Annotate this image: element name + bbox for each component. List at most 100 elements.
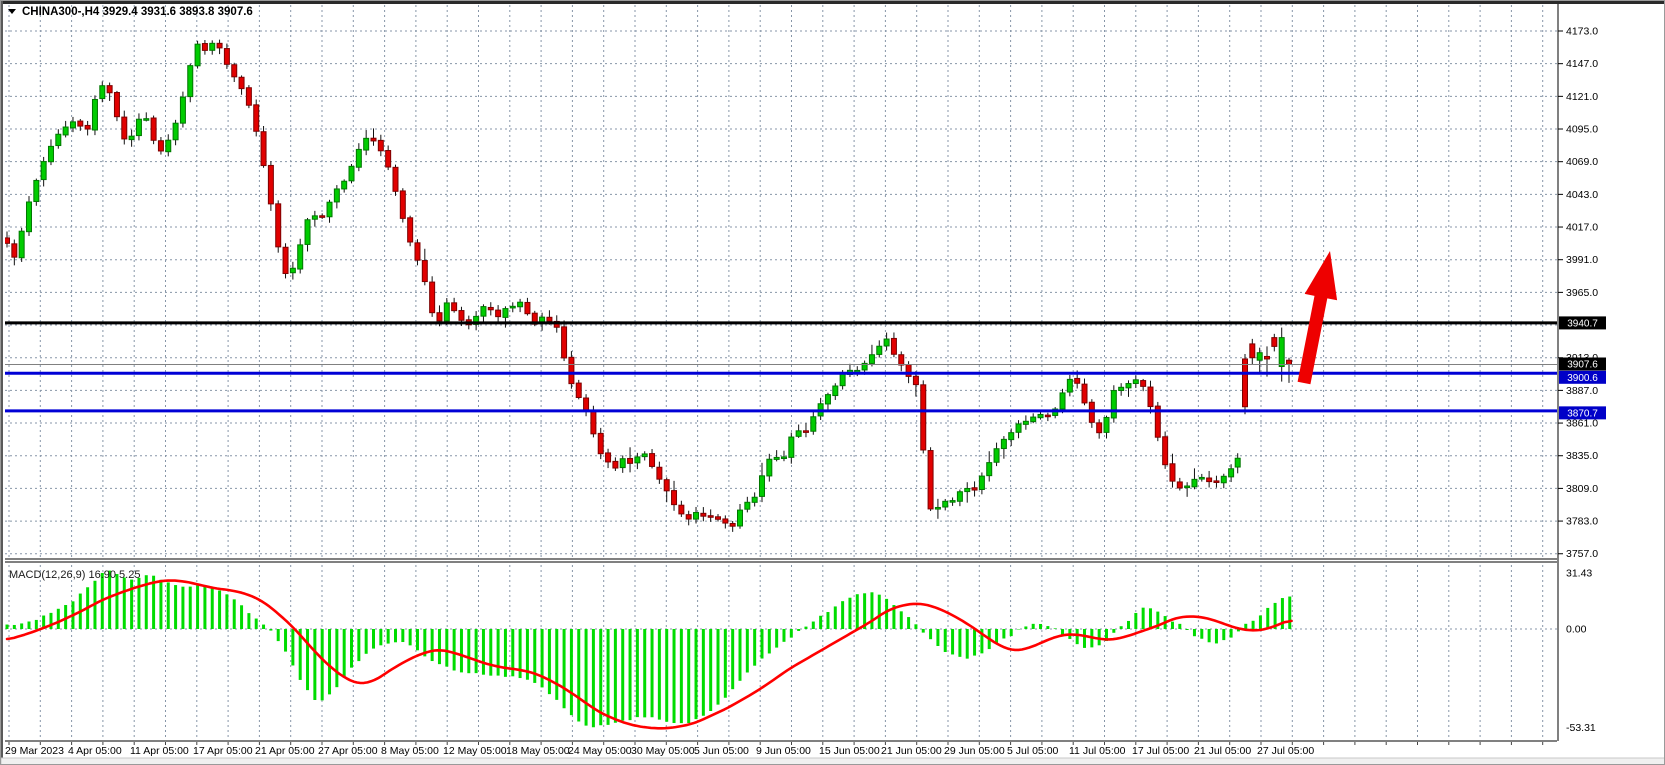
- bear-candle: [686, 515, 691, 519]
- bull-candle: [364, 138, 369, 150]
- bull-candle: [26, 202, 31, 232]
- bear-candle: [1272, 338, 1277, 347]
- bear-candle: [1141, 381, 1146, 387]
- bull-candle: [1199, 477, 1204, 479]
- bear-candle: [664, 480, 669, 491]
- bear-candle: [1207, 478, 1212, 482]
- time-axis-label: 15 Jun 05:00: [819, 745, 880, 757]
- bull-candle: [1016, 424, 1021, 432]
- bull-candle: [1038, 414, 1043, 417]
- bull-candle: [825, 395, 830, 404]
- time-axis-label: 17 Apr 05:00: [193, 745, 253, 757]
- bull-candle: [1185, 486, 1190, 488]
- bear-candle: [921, 385, 926, 450]
- bull-candle: [1104, 417, 1109, 432]
- bear-candle: [202, 44, 207, 51]
- bull-candle: [796, 431, 801, 437]
- bull-candle: [188, 66, 193, 97]
- chart-title: CHINA300-,H4 3929.4 3931.6 3893.8 3907.6: [22, 6, 253, 18]
- bull-candle: [327, 202, 332, 217]
- bear-candle: [246, 88, 251, 105]
- price-axis-label: 4069.0: [1566, 156, 1598, 168]
- bull-candle: [811, 417, 816, 431]
- bear-candle: [217, 43, 222, 48]
- bear-candle: [496, 310, 501, 317]
- bear-candle: [606, 453, 611, 462]
- bull-candle: [444, 303, 449, 321]
- time-axis-label: 5 Jun 05:00: [694, 745, 749, 757]
- bear-candle: [1097, 423, 1102, 433]
- bull-candle: [833, 386, 838, 396]
- bull-candle: [1126, 384, 1131, 388]
- bear-candle: [1265, 356, 1270, 359]
- bear-candle: [107, 86, 112, 93]
- bear-candle: [1287, 360, 1292, 364]
- bear-candle: [928, 451, 933, 509]
- bull-candle: [884, 339, 889, 346]
- price-badge-label: 3900.6: [1567, 373, 1598, 384]
- bull-candle: [510, 306, 515, 308]
- price-axis-label: 3835.0: [1566, 450, 1598, 462]
- bull-candle: [290, 268, 295, 272]
- price-axis-label: 3783.0: [1566, 516, 1598, 528]
- bull-candle: [694, 513, 699, 520]
- price-axis-label: 4017.0: [1566, 222, 1598, 234]
- bull-candle: [19, 231, 24, 258]
- bull-candle: [1060, 393, 1065, 409]
- bear-candle: [276, 204, 281, 247]
- bear-candle: [723, 519, 728, 523]
- bear-candle: [320, 216, 325, 218]
- bear-candle: [452, 303, 457, 311]
- bear-candle: [657, 467, 662, 479]
- macd-axis-label: -53.31: [1566, 722, 1596, 734]
- time-axis-label: 18 May 05:00: [506, 745, 570, 757]
- bear-candle: [547, 317, 552, 321]
- bull-candle: [774, 457, 779, 459]
- bull-candle: [1001, 439, 1006, 448]
- price-axis-label: 4147.0: [1566, 58, 1598, 70]
- bear-candle: [730, 523, 735, 526]
- bull-candle: [877, 346, 882, 354]
- bear-candle: [378, 140, 383, 150]
- bear-candle: [488, 307, 493, 309]
- bull-candle: [41, 162, 46, 180]
- bull-candle: [950, 501, 955, 503]
- bottom-strip: [1, 758, 1665, 765]
- bull-candle: [63, 127, 68, 135]
- bear-candle: [224, 49, 229, 65]
- bear-candle: [672, 491, 677, 505]
- bear-candle: [701, 513, 706, 516]
- bull-candle: [129, 136, 134, 139]
- bull-candle: [195, 44, 200, 66]
- bull-candle: [136, 119, 141, 135]
- price-axis-label: 3757.0: [1566, 548, 1598, 560]
- bull-candle: [144, 119, 149, 121]
- price-badge-label: 3870.7: [1567, 408, 1598, 419]
- bull-candle: [855, 370, 860, 372]
- bear-candle: [400, 191, 405, 218]
- bull-candle: [781, 457, 786, 459]
- bear-candle: [591, 410, 596, 434]
- candlestick-chart[interactable]: 4173.04147.04121.04095.04069.04043.04017…: [1, 1, 1665, 765]
- bear-candle: [562, 327, 567, 358]
- time-axis-label: 17 Jul 05:00: [1132, 745, 1189, 757]
- bull-candle: [759, 476, 764, 497]
- bear-candle: [1163, 437, 1168, 465]
- bear-candle: [371, 138, 376, 141]
- bear-candle: [430, 282, 435, 313]
- bear-candle: [437, 313, 442, 321]
- bear-candle: [158, 141, 163, 151]
- time-axis-label: 21 Jul 05:00: [1194, 745, 1251, 757]
- bull-candle: [305, 220, 310, 245]
- bull-candle: [56, 134, 61, 145]
- chart-background: [1, 1, 1665, 765]
- price-axis-label: 4095.0: [1566, 124, 1598, 136]
- time-axis-label: 21 Jun 05:00: [881, 745, 942, 757]
- bear-candle: [1250, 344, 1255, 358]
- time-axis-label: 8 May 05:00: [381, 745, 439, 757]
- bull-candle: [979, 476, 984, 489]
- price-axis-label: 4043.0: [1566, 189, 1598, 201]
- bull-candle: [92, 99, 97, 130]
- price-axis-label: 3809.0: [1566, 483, 1598, 495]
- price-axis-label: 4173.0: [1566, 26, 1598, 38]
